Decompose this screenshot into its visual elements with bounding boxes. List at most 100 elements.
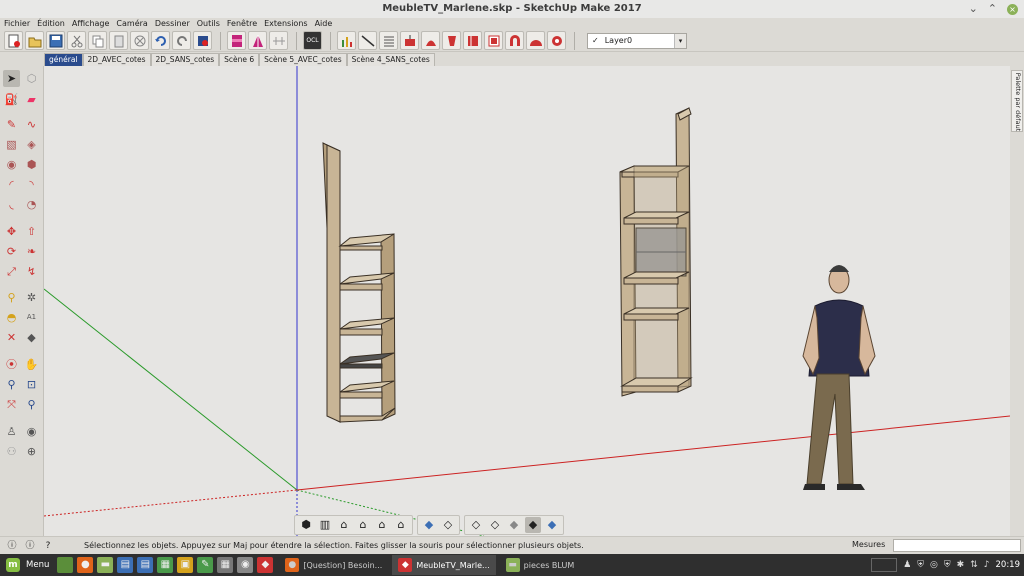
menu-aide[interactable]: Aide bbox=[313, 18, 338, 30]
tab-scene-5-avec-cotes[interactable]: Scène 5_AVEC_cotes bbox=[259, 53, 347, 66]
move-icon[interactable]: ✥ bbox=[3, 223, 20, 240]
menu-dessiner[interactable]: Dessiner bbox=[153, 18, 195, 30]
show-desktop-icon[interactable] bbox=[57, 557, 74, 573]
menu-affichage[interactable]: Affichage bbox=[70, 18, 115, 30]
section-cut-icon[interactable] bbox=[269, 31, 288, 50]
credits-icon[interactable]: ⓘ bbox=[24, 540, 36, 552]
sketchup-launcher-icon[interactable]: ◆ bbox=[257, 557, 274, 573]
menu-extensions[interactable]: Extensions bbox=[262, 18, 312, 30]
front-view-icon[interactable]: ⌂ bbox=[336, 517, 352, 533]
xray-icon[interactable]: ◆ bbox=[421, 517, 437, 533]
erase-icon[interactable] bbox=[130, 31, 149, 50]
tab-scene-4-sans-cotes[interactable]: Scène 4_SANS_cotes bbox=[346, 53, 435, 66]
circle-icon[interactable]: ◉ bbox=[3, 156, 20, 173]
eraser-icon[interactable]: ▰ bbox=[23, 91, 40, 108]
top-view-icon[interactable]: ▥ bbox=[317, 517, 333, 533]
paint-bucket-icon[interactable]: ⛽ bbox=[3, 91, 20, 108]
section-display-icon[interactable] bbox=[248, 31, 267, 50]
chart-tool-icon[interactable] bbox=[337, 31, 356, 50]
network-icon[interactable]: ⇅ bbox=[970, 560, 978, 570]
tab-general[interactable]: général bbox=[44, 53, 83, 66]
push-pull-tool-icon[interactable]: ⇧ bbox=[23, 223, 40, 240]
hidden-line-icon[interactable]: ◇ bbox=[487, 517, 503, 533]
dome-icon[interactable] bbox=[526, 31, 545, 50]
zoom-icon[interactable]: ⚲ bbox=[3, 376, 20, 393]
rectangle-icon[interactable]: ▧ bbox=[3, 136, 20, 153]
paint-icon[interactable] bbox=[547, 31, 566, 50]
task-sketchup[interactable]: ◆ MeubleTV_Marle... bbox=[392, 555, 496, 575]
section-plane-tool-icon[interactable]: ⊕ bbox=[23, 443, 40, 460]
text-editor-launcher-icon[interactable]: ▤ bbox=[137, 557, 154, 573]
close-icon[interactable]: × bbox=[1007, 3, 1018, 15]
two-point-arc-icon[interactable]: ◝ bbox=[23, 176, 40, 193]
calculator-launcher-icon[interactable]: ▦ bbox=[217, 557, 234, 573]
back-edges-icon[interactable]: ◇ bbox=[440, 517, 456, 533]
dimension-icon[interactable]: ✲ bbox=[23, 289, 40, 306]
arc-icon[interactable]: ◜ bbox=[3, 176, 20, 193]
zoom-window-icon[interactable]: ⊡ bbox=[23, 376, 40, 393]
help-icon[interactable]: ? bbox=[42, 540, 54, 552]
menu-fichier[interactable]: Fichier bbox=[2, 18, 35, 30]
position-camera-icon[interactable]: ♙ bbox=[3, 423, 20, 440]
wireframe-icon[interactable]: ◇ bbox=[468, 517, 484, 533]
open-folder-icon[interactable] bbox=[25, 31, 44, 50]
rotated-rectangle-icon[interactable]: ◈ bbox=[23, 136, 40, 153]
tab-scene-6[interactable]: Scène 6 bbox=[219, 53, 260, 66]
follow-me-tool-icon[interactable]: ❧ bbox=[23, 243, 40, 260]
start-menu-button[interactable]: m Menu bbox=[0, 554, 55, 576]
orbit-icon[interactable]: ⦿ bbox=[3, 356, 20, 373]
task-files[interactable]: ▬ pieces BLUM bbox=[500, 555, 581, 575]
iso-view-icon[interactable]: ⬢ bbox=[298, 517, 314, 533]
maximize-icon[interactable]: ⌃ bbox=[988, 0, 997, 18]
3d-text-icon[interactable]: ◆ bbox=[23, 329, 40, 346]
model-canvas[interactable] bbox=[44, 66, 1010, 536]
default-tray-tab[interactable]: Palette par défaut bbox=[1011, 70, 1023, 132]
3d-viewport[interactable] bbox=[44, 66, 1010, 536]
select-arrow-icon[interactable]: ➤ bbox=[3, 70, 20, 87]
menu-camera[interactable]: Caméra bbox=[114, 18, 152, 30]
bluetooth-icon[interactable]: ✱ bbox=[957, 560, 965, 570]
pan-hand-icon[interactable]: ✋ bbox=[23, 356, 40, 373]
screenshot-launcher-icon[interactable]: ◉ bbox=[237, 557, 254, 573]
notification-icon[interactable]: ◎ bbox=[930, 560, 938, 570]
make-component-icon[interactable]: ⬡ bbox=[23, 70, 40, 87]
follow-me-icon[interactable] bbox=[421, 31, 440, 50]
undo-icon[interactable] bbox=[151, 31, 170, 50]
calc-launcher-icon[interactable]: ▦ bbox=[157, 557, 174, 573]
offset-icon[interactable] bbox=[442, 31, 461, 50]
model-info-icon[interactable] bbox=[193, 31, 212, 50]
three-point-arc-icon[interactable]: ◟ bbox=[3, 196, 20, 213]
measurements-input[interactable] bbox=[893, 539, 1021, 552]
ocl-icon[interactable]: OCL bbox=[303, 31, 322, 50]
pie-icon[interactable]: ◔ bbox=[23, 196, 40, 213]
security-shield-icon[interactable]: ⛨ bbox=[944, 560, 951, 570]
previous-view-icon[interactable]: ⚲ bbox=[23, 396, 40, 413]
zoom-extents-icon[interactable]: ⤧ bbox=[3, 396, 20, 413]
chevron-down-icon[interactable]: ▾ bbox=[674, 33, 686, 48]
push-pull-icon[interactable] bbox=[400, 31, 419, 50]
info-icon[interactable]: ⓘ bbox=[6, 540, 18, 552]
firefox-launcher-icon[interactable]: ● bbox=[77, 557, 94, 573]
offset-tool-icon[interactable]: ↯ bbox=[23, 263, 40, 280]
list-tool-icon[interactable] bbox=[379, 31, 398, 50]
user-icon[interactable]: ♟ bbox=[903, 560, 911, 570]
new-file-icon[interactable] bbox=[4, 31, 23, 50]
archive-launcher-icon[interactable]: ▣ bbox=[177, 557, 194, 573]
menu-fenetre[interactable]: Fenêtre bbox=[225, 18, 262, 30]
menu-edition[interactable]: Édition bbox=[35, 18, 70, 30]
task-firefox[interactable]: ● [Question] Besoin... bbox=[279, 555, 388, 575]
text-tool-icon[interactable]: A1 bbox=[23, 309, 40, 326]
magnet-icon[interactable] bbox=[505, 31, 524, 50]
pencil-line-icon[interactable]: ✎ bbox=[3, 116, 20, 133]
right-view-icon[interactable]: ⌂ bbox=[355, 517, 371, 533]
freehand-icon[interactable]: ∿ bbox=[23, 116, 40, 133]
tools-launcher-icon[interactable]: ✎ bbox=[197, 557, 214, 573]
rotate-icon[interactable]: ⟳ bbox=[3, 243, 20, 260]
axes-icon[interactable]: ✕ bbox=[3, 329, 20, 346]
shaded-textures-icon[interactable]: ◆ bbox=[525, 517, 541, 533]
copy-icon[interactable] bbox=[88, 31, 107, 50]
section-plane-icon[interactable] bbox=[227, 31, 246, 50]
scale-icon[interactable]: ⤢ bbox=[3, 263, 20, 280]
tab-2d-sans-cotes[interactable]: 2D_SANS_cotes bbox=[150, 53, 220, 66]
files-launcher-icon[interactable]: ▬ bbox=[97, 557, 114, 573]
